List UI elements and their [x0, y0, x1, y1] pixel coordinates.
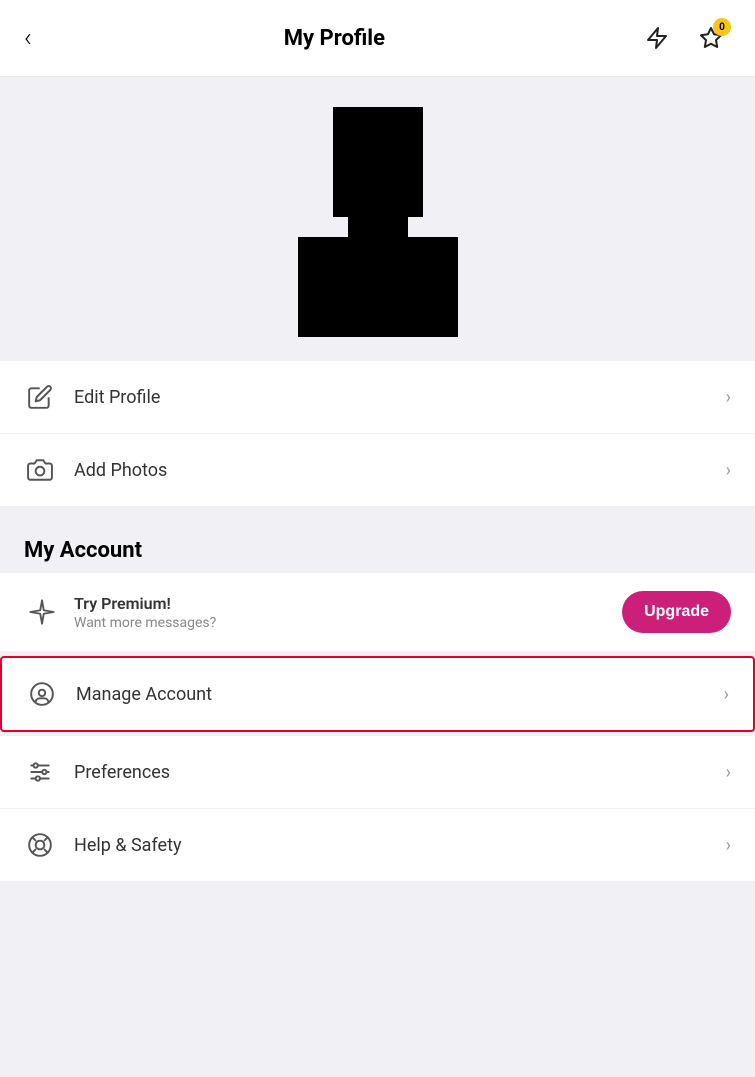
preferences-label: Preferences [74, 762, 726, 783]
premium-subtitle: Want more messages? [74, 615, 622, 631]
help-safety-chevron: › [726, 835, 731, 856]
edit-profile-chevron: › [726, 387, 731, 408]
my-account-title: My Account [24, 538, 142, 563]
preferences-chevron: › [726, 762, 731, 783]
menu-item-preferences[interactable]: Preferences › [0, 736, 755, 809]
highlighted-item-wrapper: Manage Account › [0, 656, 755, 732]
avatar-silhouette [278, 107, 478, 337]
person-circle-icon [26, 678, 58, 710]
back-button[interactable]: ‹ [24, 25, 32, 51]
sparkle-icon [24, 594, 60, 630]
help-safety-label: Help & Safety [74, 835, 726, 856]
add-photos-chevron: › [726, 460, 731, 481]
avatar [278, 107, 478, 337]
manage-account-chevron: › [724, 684, 729, 705]
menu-item-manage-account[interactable]: Manage Account › [0, 656, 755, 732]
premium-text-group: Try Premium! Want more messages? [74, 594, 622, 631]
menu-item-add-photos[interactable]: Add Photos › [0, 434, 755, 506]
life-ring-icon [24, 829, 56, 861]
premium-title: Try Premium! [74, 594, 622, 613]
add-photos-label: Add Photos [74, 460, 726, 481]
menu-item-edit-profile[interactable]: Edit Profile › [0, 361, 755, 434]
page-title: My Profile [284, 26, 385, 51]
profile-image-section [0, 77, 755, 361]
pencil-icon [24, 381, 56, 413]
my-account-header: My Account [0, 518, 755, 573]
premium-banner: Try Premium! Want more messages? Upgrade [0, 573, 755, 652]
star-button[interactable]: 0 [691, 18, 731, 58]
sliders-icon [24, 756, 56, 788]
menu-lower: Preferences › Help & Safety › [0, 736, 755, 881]
header: ‹ My Profile 0 [0, 0, 755, 77]
bolt-icon [645, 26, 669, 50]
menu-item-help-safety[interactable]: Help & Safety › [0, 809, 755, 881]
edit-profile-label: Edit Profile [74, 387, 726, 408]
header-left: ‹ [24, 25, 32, 51]
camera-icon [24, 454, 56, 486]
menu-top: Edit Profile › Add Photos › [0, 361, 755, 506]
star-badge: 0 [713, 18, 731, 36]
manage-account-label: Manage Account [76, 684, 724, 705]
header-actions: 0 [637, 18, 731, 58]
upgrade-button[interactable]: Upgrade [622, 591, 731, 633]
bolt-button[interactable] [637, 18, 677, 58]
